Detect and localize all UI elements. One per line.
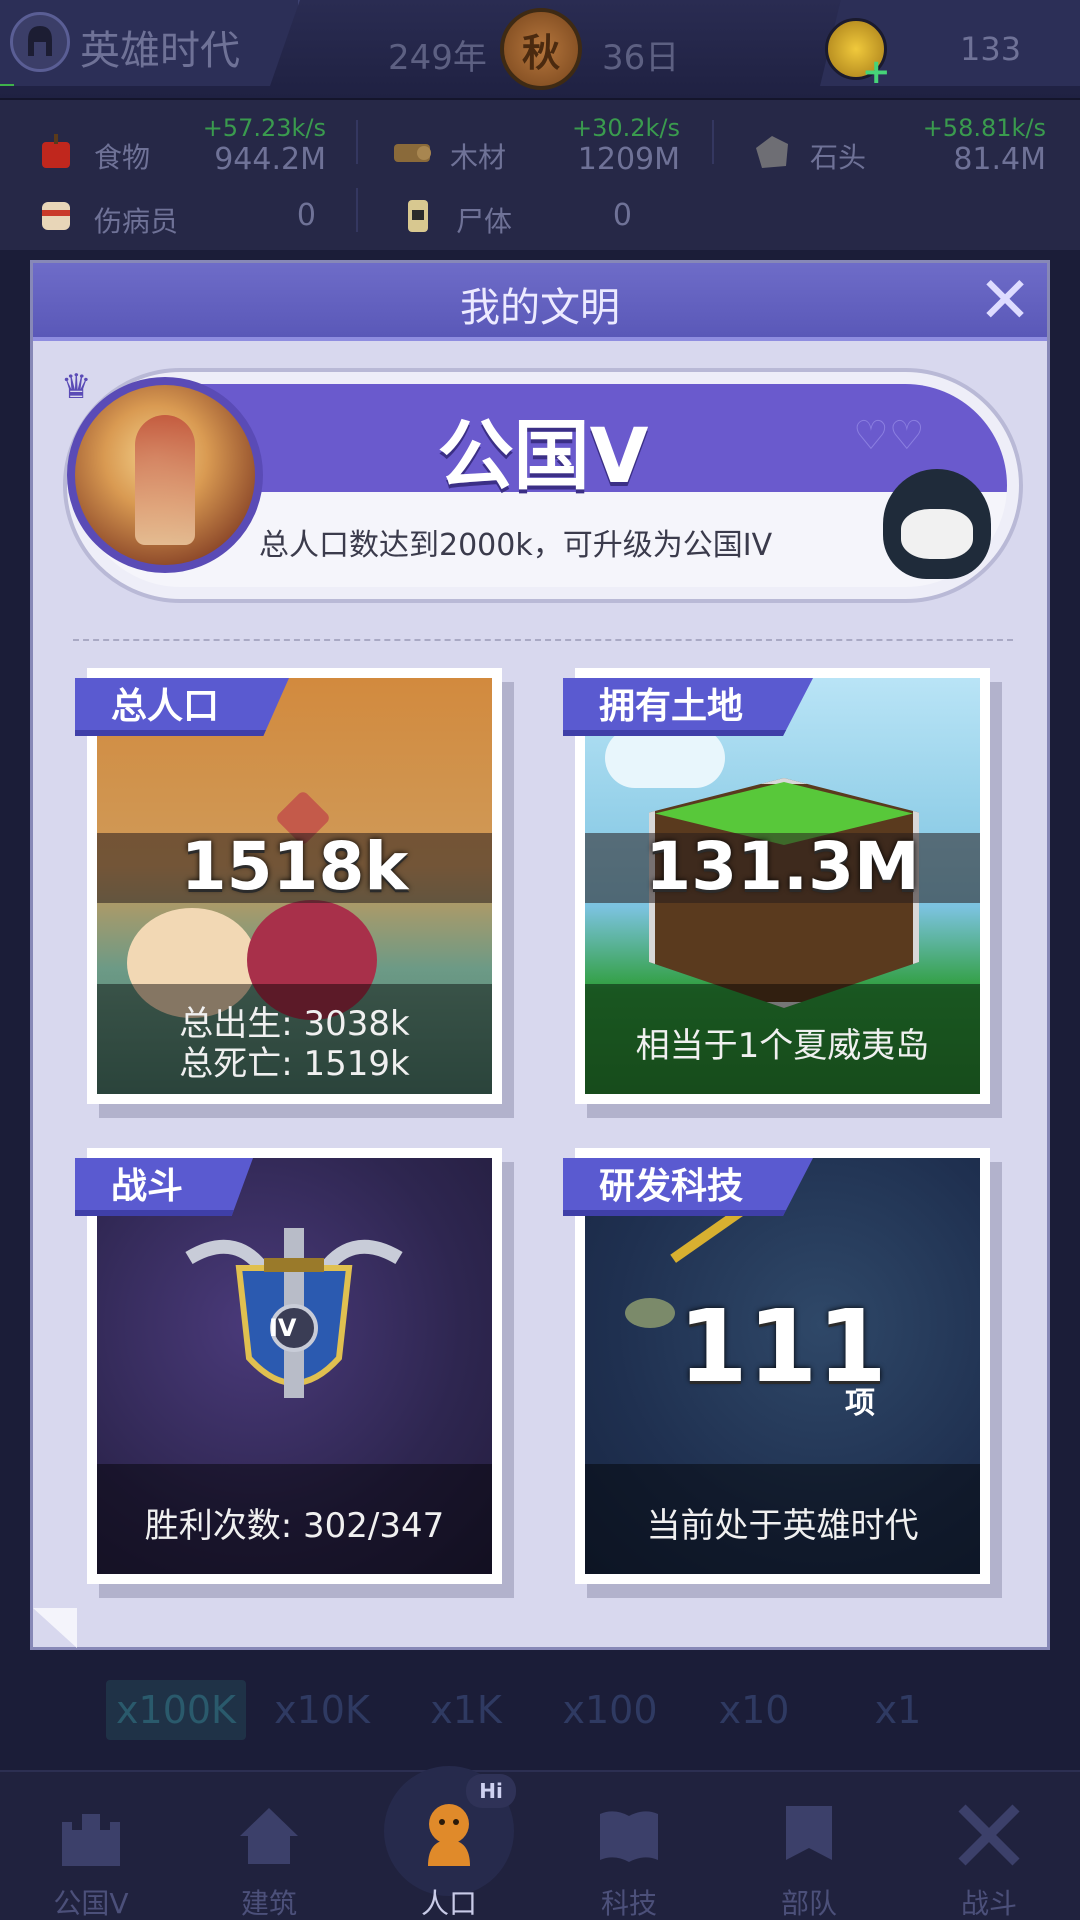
divider	[712, 120, 714, 164]
current-era-text: 当前处于英雄时代	[646, 1506, 919, 1546]
card-footer: 相当于1个夏威夷岛	[585, 984, 980, 1094]
nav-item-buildings[interactable]: 建筑	[194, 1772, 344, 1920]
card-footer: 当前处于英雄时代	[585, 1464, 980, 1574]
era-panel[interactable]: 英雄时代	[0, 0, 300, 86]
person-icon	[428, 1804, 470, 1866]
resource-food[interactable]: 食物 +57.23k/s 944.2M	[36, 114, 336, 184]
multiplier-x1[interactable]: x1	[828, 1680, 968, 1740]
crown-icon: ♛	[61, 367, 92, 407]
multiplier-x100k[interactable]: x100K	[106, 1680, 246, 1740]
day-text: 36日	[602, 38, 680, 78]
coin-count: 133	[960, 30, 1022, 68]
resource-corpse[interactable]: 尸体 0	[398, 188, 698, 248]
hearts-icon: ♡♡	[853, 413, 925, 459]
resource-rate: +57.23k/s	[202, 114, 326, 142]
tech-card[interactable]: 111 项 当前处于英雄时代 研发科技	[563, 1148, 990, 1584]
top-status-bar: 英雄时代 249年 秋 36日 + 133	[0, 0, 1080, 100]
resource-value: 0	[612, 198, 632, 233]
nav-label: 建筑	[240, 1887, 297, 1920]
era-progress-bar	[0, 84, 14, 86]
multiplier-x1k[interactable]: x1K	[396, 1680, 536, 1740]
multiplier-x10k[interactable]: x10K	[252, 1680, 392, 1740]
nav-item-battle[interactable]: 战斗	[914, 1772, 1064, 1920]
book-icon	[600, 1811, 658, 1862]
apple-icon	[42, 134, 70, 168]
mascot-face	[901, 509, 973, 559]
resource-stone[interactable]: 石头 +58.81k/s 81.4M	[752, 114, 1052, 184]
multiplier-x100[interactable]: x100	[540, 1680, 680, 1740]
cloud-shape	[605, 728, 725, 788]
population-card[interactable]: 1518k 总出生: 3038k 总死亡: 1519k 总人口	[75, 668, 502, 1104]
nav-label: 战斗	[960, 1887, 1017, 1920]
resource-value: 0	[296, 198, 316, 233]
add-coin-icon[interactable]: +	[862, 52, 891, 92]
land-comparison: 相当于1个夏威夷岛	[635, 1026, 930, 1066]
divider	[356, 188, 358, 232]
resource-rate: +58.81k/s	[922, 114, 1046, 142]
card-tab: 总人口	[75, 678, 290, 736]
resource-wounded[interactable]: 伤病员 0	[36, 188, 336, 248]
battle-card[interactable]: IV 胜利次数: 302/347 战斗	[75, 1148, 502, 1584]
nav-label: 部队	[780, 1887, 837, 1920]
resource-value: 944.2M	[214, 142, 326, 177]
avatar-figure	[135, 415, 195, 545]
ruler-avatar	[67, 377, 263, 573]
card-footer: 总出生: 3038k 总死亡: 1519k	[97, 984, 492, 1094]
bottom-navigation: 公国V 建筑 Hi 人口 科技 部队 战斗	[0, 1766, 1080, 1920]
castle-icon	[62, 1814, 120, 1866]
land-card[interactable]: 131.3M 相当于1个夏威夷岛 拥有土地	[563, 668, 990, 1104]
close-button[interactable]: ✕	[975, 269, 1035, 333]
divider	[356, 120, 358, 164]
resource-rate: +30.2k/s	[571, 114, 680, 142]
card-tab: 研发科技	[563, 1158, 814, 1216]
era-title: 英雄时代	[80, 28, 240, 74]
divider	[73, 639, 1013, 641]
multiplier-row: x100K x10K x1K x100 x10 x1	[0, 1670, 1080, 1750]
wounded-icon	[42, 202, 70, 230]
nav-item-technology[interactable]: 科技	[554, 1772, 704, 1920]
season-badge: 秋	[500, 8, 582, 90]
dialog-title: 我的文明	[460, 285, 620, 331]
tech-unit: 项	[845, 1386, 875, 1421]
land-value: 131.3M	[645, 828, 920, 905]
stone-icon	[756, 136, 788, 168]
card-tab: 战斗	[75, 1158, 254, 1216]
rank-description: 总人口数达到2000k，可升级为公国IV	[259, 528, 773, 563]
total-deaths: 总死亡: 1519k	[179, 1044, 410, 1084]
rank-badge-label: IV	[269, 1314, 297, 1342]
nav-item-population[interactable]: Hi 人口	[374, 1766, 524, 1920]
page-corner	[33, 1608, 77, 1648]
nav-label: 人口	[420, 1887, 477, 1920]
hi-bubble: Hi	[466, 1774, 516, 1808]
year-text: 249年	[388, 38, 487, 78]
wood-icon	[394, 144, 431, 162]
nav-item-principality[interactable]: 公国V	[16, 1772, 166, 1920]
tech-value: 111	[678, 1288, 887, 1405]
resource-value: 1209M	[577, 142, 680, 177]
crossed-swords-icon	[958, 1804, 1020, 1866]
resource-value: 81.4M	[953, 142, 1046, 177]
card-tab: 拥有土地	[563, 678, 814, 736]
mascot-illustration	[883, 469, 991, 579]
nav-item-troops[interactable]: 部队	[734, 1772, 884, 1920]
victory-count: 胜利次数: 302/347	[144, 1506, 445, 1546]
multiplier-x10[interactable]: x10	[684, 1680, 824, 1740]
dialog-header: 我的文明 ✕	[33, 263, 1047, 341]
nav-label: 科技	[600, 1887, 657, 1920]
civilization-dialog: 我的文明 ✕ 公国V 总人口数达到2000k，可升级为公国IV ♛ ♡♡ 151…	[30, 260, 1050, 1650]
card-footer: 胜利次数: 302/347	[97, 1464, 492, 1574]
population-value: 1518k	[180, 828, 409, 905]
resource-wood[interactable]: 木材 +30.2k/s 1209M	[392, 114, 692, 184]
banner-icon	[786, 1806, 832, 1860]
nav-label: 公国V	[53, 1887, 129, 1920]
spartan-helmet-icon	[10, 12, 70, 72]
house-icon	[240, 1808, 298, 1864]
resource-panel: 食物 +57.23k/s 944.2M 木材 +30.2k/s 1209M 石头…	[0, 100, 1080, 250]
